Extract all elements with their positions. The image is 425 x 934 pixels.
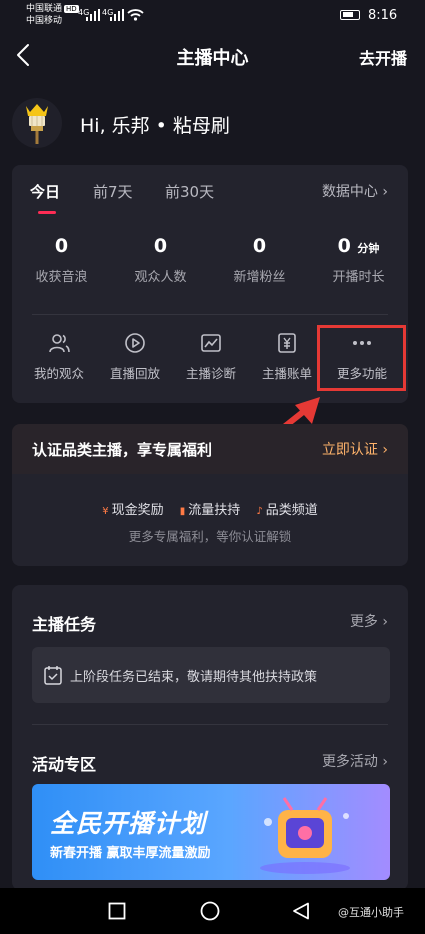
stat-new-fans: 0 新增粉丝 — [210, 235, 309, 285]
top-nav: 主播中心 去开播 — [0, 36, 425, 76]
stat-value: 0 — [54, 235, 69, 257]
activities-title: 活动专区 — [32, 755, 97, 774]
replay-icon — [125, 333, 145, 353]
stat-label: 新增粉丝 — [233, 270, 286, 285]
stat-sound-waves: 0 收获音浪 — [12, 235, 111, 285]
active-tab-indicator — [38, 211, 56, 214]
task-message: 上阶段任务已结束，敬请期待其他扶持政策 — [70, 670, 318, 685]
carrier-1: 中国联通 — [26, 4, 63, 14]
certify-now-link[interactable]: 立即认证 › — [322, 439, 388, 459]
yen-icon: ¥ — [102, 506, 109, 517]
time-range-tabs: 今日 前7天 前30天 数据中心 › — [12, 165, 408, 215]
banner-subtitle: 新春开播 赢取丰厚流量激励 — [50, 846, 211, 861]
bill-icon — [278, 333, 296, 353]
wifi-icon — [127, 9, 144, 21]
diagnosis-icon — [201, 334, 221, 352]
perk-traffic: ▮ 流量扶持 — [179, 503, 241, 518]
tab-30days[interactable]: 前30天 — [165, 181, 214, 202]
calendar-check-icon — [44, 666, 62, 685]
tab-7days[interactable]: 前7天 — [93, 181, 133, 202]
brush-crown-icon — [26, 104, 48, 144]
tv-illustration-icon — [260, 797, 350, 874]
bars-icon: ▮ — [179, 506, 186, 517]
perk-category: ♪ 品类频道 — [256, 503, 318, 518]
divider — [32, 314, 388, 315]
home-icon[interactable] — [200, 901, 220, 921]
greeting: Hi, 乐邦 • 粘母刷 — [80, 115, 230, 137]
banner-title: 全民开播计划 — [50, 809, 207, 838]
highlight-box — [317, 325, 406, 391]
hd-badge: HD — [64, 5, 79, 13]
stat-unit: 分钟 — [357, 242, 380, 255]
tab-today[interactable]: 今日 — [30, 181, 60, 202]
battery-icon — [340, 10, 360, 20]
audience-icon — [49, 334, 70, 353]
avatar[interactable] — [12, 98, 62, 148]
watermark: @互通小助手 — [338, 906, 404, 919]
stat-label: 开播时长 — [332, 270, 385, 285]
signal-icon — [110, 9, 124, 21]
stat-value: 0 — [252, 235, 267, 257]
func-diagnosis[interactable]: 主播诊断 — [171, 331, 251, 382]
stat-label: 收获音浪 — [35, 270, 88, 285]
back-nav-icon[interactable] — [292, 902, 310, 920]
carrier-info: 中国联通 HD 中国移动 — [26, 3, 79, 27]
stat-label: 观众人数 — [134, 270, 187, 285]
activities-more-link[interactable]: 更多活动 › — [322, 751, 388, 771]
carrier-2: 中国移动 — [26, 16, 63, 26]
perk-cash: ¥ 现金奖励 — [102, 503, 164, 518]
profile-header: Hi, 乐邦 • 粘母刷 — [12, 98, 412, 148]
certification-perks: ¥ 现金奖励 ▮ 流量扶持 ♪ 品类频道 更多专属福利，等你认证解锁 — [12, 474, 408, 566]
data-card: 今日 前7天 前30天 数据中心 › 0 收获音浪 0 观众人数 0 新增粉丝 … — [12, 165, 408, 403]
func-label: 主播账单 — [261, 366, 312, 381]
chevron-right-icon: › — [382, 184, 388, 200]
certification-subtitle: 更多专属福利，等你认证解锁 — [128, 529, 292, 544]
func-replay[interactable]: 直播回放 — [95, 331, 175, 382]
func-label: 主播诊断 — [185, 366, 236, 381]
func-my-audience[interactable]: 我的观众 — [19, 331, 99, 382]
tasks-more-link[interactable]: 更多 › — [350, 611, 388, 631]
func-label: 直播回放 — [109, 366, 160, 381]
func-label: 我的观众 — [33, 366, 84, 381]
stat-value: 0 — [337, 235, 351, 257]
activity-banner[interactable]: 全民开播计划 新春开播 赢取丰厚流量激励 — [32, 784, 390, 880]
data-center-link[interactable]: 数据中心 › — [322, 181, 388, 201]
divider — [32, 724, 388, 725]
certification-title: 认证品类主播，享专属福利 — [32, 441, 213, 459]
tasks-activities-card: 主播任务 更多 › 上阶段任务已结束，敬请期待其他扶持政策 活动专区 更多活动 … — [12, 585, 408, 890]
tasks-title: 主播任务 — [32, 615, 97, 634]
certification-banner[interactable]: 认证品类主播，享专属福利 立即认证 › — [12, 424, 408, 474]
chevron-right-icon: › — [382, 442, 388, 458]
task-notice: 上阶段任务已结束，敬请期待其他扶持政策 — [32, 647, 390, 703]
stat-viewers: 0 观众人数 — [111, 235, 210, 285]
chevron-right-icon: › — [382, 754, 388, 770]
recents-icon[interactable] — [108, 902, 126, 920]
stat-live-duration: 0 分钟 开播时长 — [309, 235, 408, 285]
music-note-icon: ♪ — [256, 506, 263, 517]
status-bar: 中国联通 HD 中国移动 4G 4G 8:16 — [0, 0, 425, 30]
func-bill[interactable]: 主播账单 — [247, 331, 327, 382]
system-nav-bar: @互通小助手 — [0, 888, 425, 934]
clock: 8:16 — [368, 8, 398, 23]
signal-icon — [86, 9, 100, 21]
go-live-button[interactable]: 去开播 — [359, 45, 407, 69]
chevron-right-icon: › — [382, 614, 388, 630]
stat-value: 0 — [153, 235, 168, 257]
